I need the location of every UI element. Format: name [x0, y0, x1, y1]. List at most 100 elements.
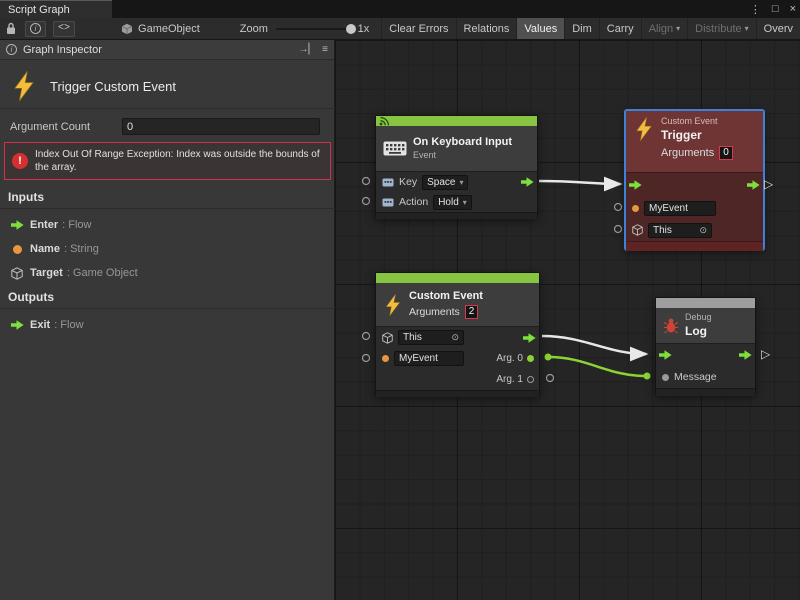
- node-debug-log[interactable]: Debug Log Message: [655, 297, 756, 395]
- port-key-input[interactable]: [363, 178, 370, 185]
- arguments-label: Arguments: [409, 306, 460, 318]
- dock-icon[interactable]: →▏: [298, 44, 316, 55]
- relations-button[interactable]: Relations: [456, 18, 517, 40]
- wire-arguments-to-debug[interactable]: [542, 336, 646, 354]
- code-toggle-button[interactable]: <>: [53, 21, 75, 37]
- zoom-value: 1x: [358, 23, 370, 35]
- zoom-slider-knob[interactable]: [346, 24, 356, 34]
- window-tab-bar: Script Graph ⋮ □ ×: [0, 0, 800, 18]
- tab-script-graph[interactable]: Script Graph: [0, 0, 112, 18]
- port-action-input[interactable]: [363, 198, 370, 205]
- keycode-icon: [382, 178, 394, 187]
- input-row-enter: Enter : Flow: [0, 214, 334, 236]
- window-close-icon[interactable]: ×: [790, 3, 796, 15]
- node-on-keyboard-input[interactable]: On Keyboard Input Event Key Space ▾ Acti…: [375, 115, 538, 218]
- object-picker-icon[interactable]: ⊙: [699, 225, 707, 236]
- graph-canvas[interactable]: On Keyboard Input Event Key Space ▾ Acti…: [335, 40, 800, 600]
- arg0-dot[interactable]: [527, 355, 534, 362]
- cube-icon: [6, 267, 28, 280]
- info-icon: i: [6, 44, 17, 55]
- string-dot-icon: [632, 205, 639, 212]
- zoom-slider[interactable]: [276, 22, 352, 36]
- port-flow-input[interactable]: [659, 350, 672, 360]
- clear-errors-button[interactable]: Clear Errors: [381, 18, 455, 40]
- object-picker-icon[interactable]: ⊙: [451, 332, 459, 343]
- run-indicator-debug: ▷: [761, 347, 770, 361]
- input-row-target: Target : Game Object: [0, 262, 334, 284]
- graph-inspector-title: Graph Inspector: [23, 44, 102, 56]
- message-label: Message: [674, 371, 717, 383]
- list-icon[interactable]: ≡: [322, 44, 328, 55]
- event-accent-bar: [376, 273, 539, 283]
- port-flow-output[interactable]: [739, 350, 752, 360]
- port-flow-output[interactable]: [523, 333, 536, 343]
- target-dropdown[interactable]: This ⊙: [648, 223, 712, 238]
- port-arg1-output[interactable]: [547, 375, 554, 382]
- values-button[interactable]: Values: [516, 18, 564, 40]
- input-row-name: Name : String: [0, 238, 334, 260]
- flow-arrow-icon: [6, 320, 28, 330]
- graph-toolbar: i <> GameObject Zoom 1x Clear Errors Rel…: [0, 18, 800, 40]
- gameobject-label: GameObject: [138, 23, 200, 35]
- window-menu-icon[interactable]: ⋮: [750, 3, 761, 16]
- error-icon: !: [12, 153, 28, 169]
- gameobject-button[interactable]: GameObject: [121, 21, 200, 37]
- inputs-header: Inputs: [8, 190, 44, 204]
- bug-icon: [663, 318, 679, 334]
- output-row-exit: Exit : Flow: [0, 314, 334, 336]
- port-name-input[interactable]: [363, 355, 370, 362]
- page-title: Trigger Custom Event: [50, 79, 176, 94]
- wire-arg0-to-message[interactable]: [548, 357, 647, 376]
- node-title: On Keyboard Input: [413, 136, 512, 150]
- tab-title: Script Graph: [8, 4, 70, 16]
- target-dropdown[interactable]: This ⊙: [398, 330, 464, 345]
- keyboard-icon: [383, 141, 407, 156]
- argument-count-input[interactable]: [122, 118, 320, 135]
- port-flow-output[interactable]: [521, 177, 534, 187]
- lock-icon[interactable]: [6, 21, 16, 37]
- port-trigger-name-input[interactable]: [615, 204, 622, 211]
- bolt-icon: [10, 70, 38, 102]
- node-trigger-custom-event[interactable]: Custom Event Trigger Arguments 0 Th: [625, 110, 764, 250]
- action-dropdown[interactable]: Hold ▾: [433, 195, 472, 210]
- port-message-input[interactable]: [644, 373, 651, 380]
- port-trigger-target-input[interactable]: [615, 226, 622, 233]
- arg1-label: Arg. 1: [496, 374, 523, 385]
- port-this-input[interactable]: [363, 333, 370, 340]
- arguments-count-badge[interactable]: 0: [719, 146, 733, 160]
- arg1-dot[interactable]: [527, 376, 534, 383]
- port-flow-input[interactable]: [629, 180, 642, 190]
- code-icon: <>: [58, 23, 70, 34]
- event-name-field[interactable]: [394, 351, 464, 366]
- port-arg0-output[interactable]: [545, 354, 552, 361]
- cube-icon: [382, 332, 393, 344]
- cube-icon: [121, 23, 133, 35]
- arguments-label: Arguments: [661, 147, 714, 159]
- arguments-count-badge[interactable]: 2: [465, 305, 479, 319]
- chevron-down-icon: ▾: [459, 178, 463, 187]
- string-dot-icon: [6, 245, 28, 254]
- align-button[interactable]: Align ▾: [641, 18, 687, 40]
- event-name-field[interactable]: [644, 201, 716, 216]
- node-title: Log: [685, 324, 712, 339]
- node-accent-bar: [656, 298, 755, 308]
- event-accent-bar: [376, 116, 537, 126]
- node-subtitle: Event: [413, 150, 512, 162]
- node-title: Custom Event: [409, 290, 483, 304]
- node-custom-event-arguments[interactable]: Custom Event Arguments 2 This ⊙ Arg. 0: [375, 272, 540, 396]
- info-icon: i: [30, 23, 41, 34]
- window-maximize-icon[interactable]: □: [772, 3, 779, 15]
- info-toggle-button[interactable]: i: [25, 21, 46, 37]
- wire-keyboard-to-trigger[interactable]: [539, 181, 620, 184]
- action-label: Action: [399, 196, 428, 208]
- key-dropdown[interactable]: Space ▾: [422, 175, 468, 190]
- overview-button[interactable]: Overv: [756, 18, 800, 40]
- distribute-button[interactable]: Distribute ▾: [687, 18, 755, 40]
- graph-inspector-header: i Graph Inspector →▏ ≡: [0, 40, 334, 60]
- node-type-label: Custom Event: [661, 116, 733, 128]
- port-flow-output[interactable]: [747, 180, 760, 190]
- chevron-down-icon: ▾: [745, 24, 749, 33]
- carry-button[interactable]: Carry: [599, 18, 641, 40]
- zoom-slider-track[interactable]: [276, 28, 352, 30]
- dim-button[interactable]: Dim: [564, 18, 599, 40]
